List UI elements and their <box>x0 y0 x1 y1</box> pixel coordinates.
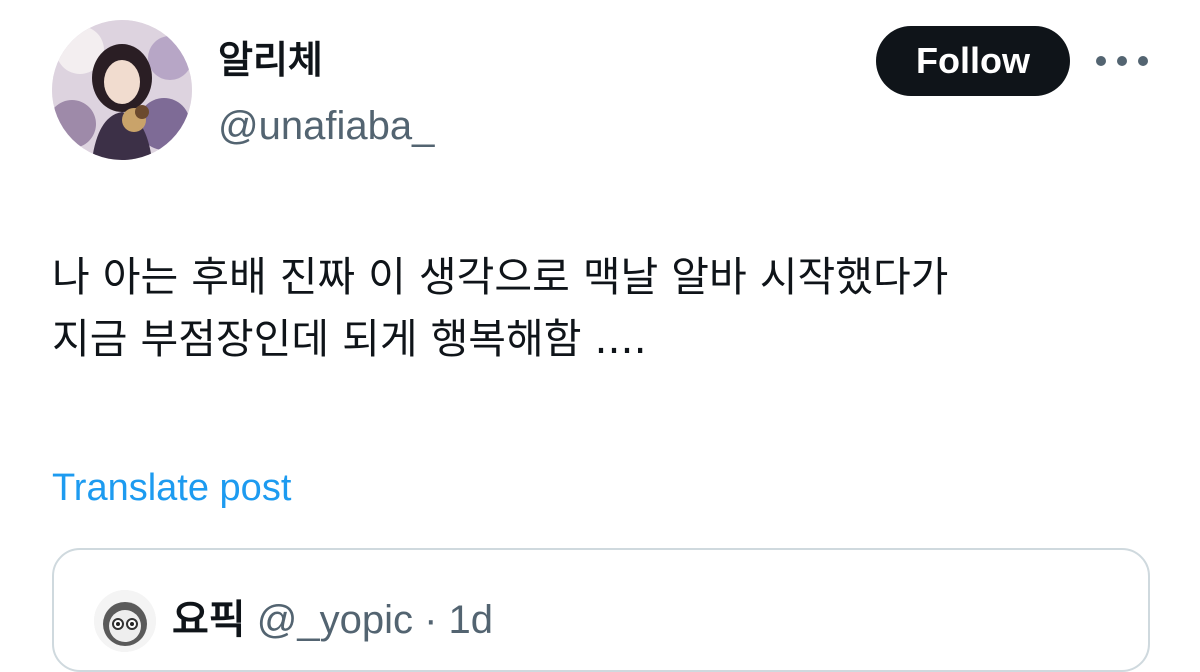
more-options-button[interactable] <box>1096 46 1148 76</box>
post-text-line: 지금 부점장인데 되게 행복해함 .... <box>52 315 647 363</box>
post-text: 나 아는 후배 진짜 이 생각으로 맥날 알바 시작했다가 지금 부점장인데 되… <box>52 246 1162 370</box>
more-horizontal-icon-dot <box>1138 56 1148 66</box>
more-horizontal-icon-dot <box>1096 56 1106 66</box>
author-avatar-image <box>52 20 192 160</box>
quoted-post-time[interactable]: · 1d <box>424 598 493 642</box>
quoted-post-card[interactable]: 요픽 @_yopic · 1d <box>52 548 1150 672</box>
translate-post-link[interactable]: Translate post <box>52 462 291 514</box>
more-horizontal-icon-dot <box>1117 56 1127 66</box>
author-handle[interactable]: @unafiaba_ <box>218 100 434 152</box>
post-text-line: 나 아는 후배 진짜 이 생각으로 맥날 알바 시작했다가 <box>52 253 949 301</box>
quoted-post-avatar[interactable] <box>94 590 156 652</box>
quoted-post-meta: 요픽 @_yopic · 1d <box>172 594 493 646</box>
quoted-post-display-name[interactable]: 요픽 <box>172 597 246 643</box>
quoted-post-avatar-image <box>94 590 156 652</box>
follow-button[interactable]: Follow <box>876 26 1070 96</box>
author-display-name[interactable]: 알리체 <box>218 34 323 86</box>
author-avatar[interactable] <box>52 20 192 160</box>
quoted-post-handle[interactable]: @_yopic <box>257 598 413 642</box>
